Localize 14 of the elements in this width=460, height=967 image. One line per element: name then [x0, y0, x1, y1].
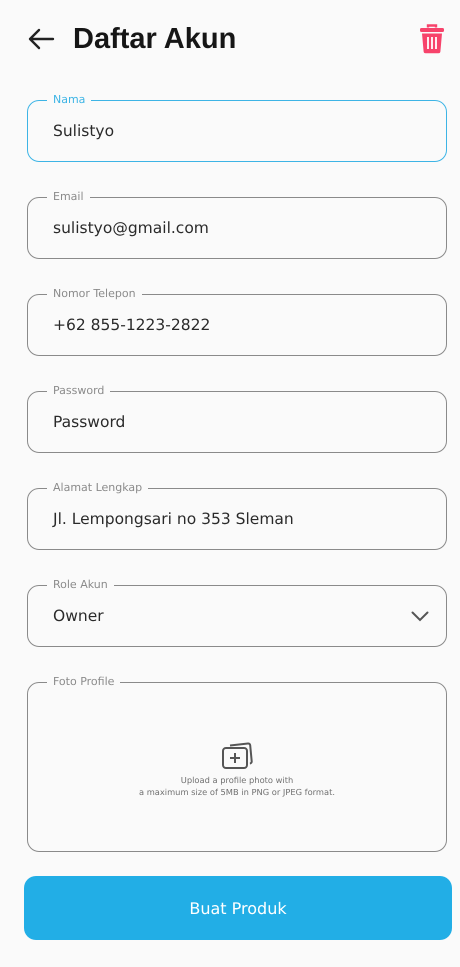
- upload-hint: Upload a profile photo with a maximum size of 5MB in PNG or JPEG format.: [139, 774, 335, 798]
- field-value: +62 855-1223-2822: [53, 316, 210, 334]
- add-photo-icon: [221, 740, 253, 770]
- field-value: Password: [53, 413, 126, 431]
- page-title: Daftar Akun: [73, 22, 238, 56]
- field-value: Sulistyo: [53, 122, 114, 140]
- field-value: Jl. Lempongsari no 353 Sleman: [53, 510, 294, 528]
- field-value: Owner: [53, 607, 104, 625]
- chevron-down-icon: [411, 610, 429, 622]
- back-arrow-icon[interactable]: [27, 28, 55, 50]
- field-label: Alamat Lengkap: [47, 481, 148, 495]
- field-label: Nomor Telepon: [47, 287, 142, 301]
- trash-icon[interactable]: [419, 24, 445, 54]
- field-value: sulistyo@gmail.com: [53, 219, 209, 237]
